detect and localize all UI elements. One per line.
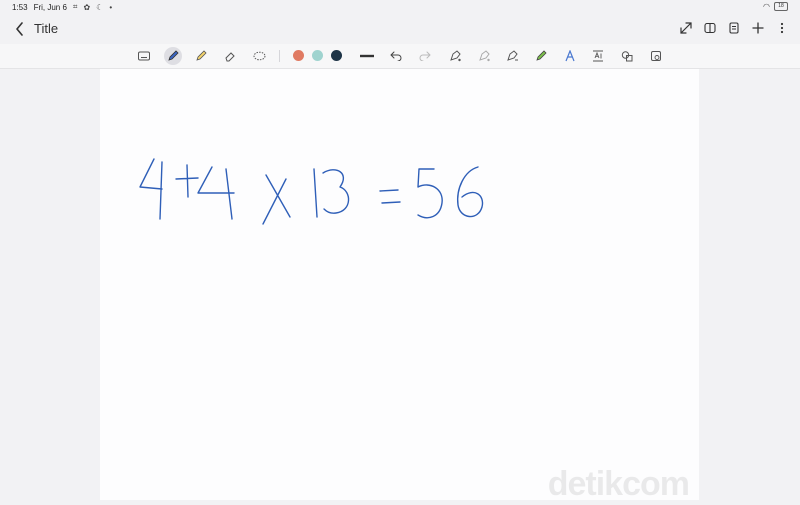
handwriting-canvas[interactable]	[100, 69, 699, 500]
more-button[interactable]	[774, 20, 790, 36]
status-date: Fri, Jun 6	[33, 2, 67, 12]
lasso-tool[interactable]	[250, 47, 268, 65]
battery-indicator: 18	[774, 2, 788, 11]
ink-digit-4-b	[197, 166, 235, 220]
drawing-toolbar	[0, 44, 800, 69]
status-time: 1:53	[12, 2, 28, 12]
add-page-button[interactable]	[750, 20, 766, 36]
redo-icon	[419, 51, 431, 61]
back-button[interactable]	[12, 20, 26, 38]
pen-icon	[168, 50, 179, 61]
document-icon	[729, 22, 739, 34]
watermark: detikcom	[547, 465, 690, 503]
nav-bar: Title	[0, 14, 800, 44]
split-view-icon	[704, 22, 716, 34]
shapes-icon	[621, 51, 633, 62]
more-vertical-icon	[780, 22, 784, 34]
ink-plus	[175, 164, 199, 198]
note-page[interactable]: detikcom	[100, 69, 699, 503]
laser-pen-tool[interactable]	[532, 47, 550, 65]
eraser-icon	[225, 52, 235, 62]
ink-digit-5	[417, 168, 443, 219]
ink-digit-1	[313, 168, 318, 218]
shape-icon	[506, 50, 518, 61]
keyboard-tool[interactable]	[135, 47, 153, 65]
pages-button[interactable]	[726, 20, 742, 36]
image-insert-tool[interactable]	[647, 47, 665, 65]
shape-highlight-tool[interactable]	[475, 47, 493, 65]
laser-pen-icon	[536, 50, 547, 61]
stroke-width-icon	[360, 54, 374, 58]
dot-icon: •	[109, 2, 113, 12]
ink-digit-6	[457, 166, 484, 218]
ink-equals	[379, 189, 401, 204]
split-view-button[interactable]	[702, 20, 718, 36]
color-swatch-navy[interactable]	[331, 50, 342, 61]
shape-recognition-tool[interactable]	[503, 47, 521, 65]
chevron-left-icon	[15, 22, 23, 36]
highlighter-tool[interactable]	[192, 47, 210, 65]
text-box-icon	[593, 50, 603, 62]
app-notification-icon: ✿	[83, 2, 91, 12]
redo-button[interactable]	[416, 47, 434, 65]
status-right: ◠ 18	[763, 2, 788, 11]
screen-record-icon: ⌗	[72, 2, 78, 11]
pen-shape-icon	[449, 50, 461, 62]
expand-icon	[680, 22, 692, 34]
highlight-shape-icon	[478, 50, 490, 62]
shapes-tool[interactable]	[618, 47, 636, 65]
ink-times	[262, 174, 291, 225]
wifi-icon: ◠	[763, 2, 770, 11]
fullscreen-button[interactable]	[678, 20, 694, 36]
keyboard-icon	[138, 51, 150, 61]
color-swatch-coral[interactable]	[293, 50, 304, 61]
lasso-icon	[253, 51, 265, 60]
stroke-width-tool[interactable]	[358, 47, 376, 65]
plus-icon	[752, 22, 764, 34]
page-title[interactable]: Title	[34, 21, 58, 36]
image-insert-icon	[651, 51, 661, 61]
toolbar-divider	[279, 50, 280, 62]
pen-tool[interactable]	[164, 47, 182, 65]
text-style-tool[interactable]	[561, 47, 579, 65]
highlighter-icon	[196, 50, 207, 61]
eraser-tool[interactable]	[221, 47, 239, 65]
nav-actions	[678, 20, 790, 36]
undo-icon	[390, 51, 402, 61]
dnd-icon: ☾	[96, 2, 104, 12]
shape-pen-tool[interactable]	[446, 47, 464, 65]
undo-button[interactable]	[387, 47, 405, 65]
text-box-tool[interactable]	[589, 47, 607, 65]
handwritten-equation	[139, 158, 484, 225]
status-bar: 1:53 Fri, Jun 6 ⌗ ✿ ☾ • ◠ 18	[0, 0, 800, 14]
ink-digit-4-a	[139, 158, 163, 220]
color-swatch-mint[interactable]	[312, 50, 323, 61]
status-left: 1:53 Fri, Jun 6 ⌗ ✿ ☾ •	[12, 2, 112, 12]
ink-digit-3	[322, 169, 350, 214]
text-style-icon	[565, 50, 575, 62]
